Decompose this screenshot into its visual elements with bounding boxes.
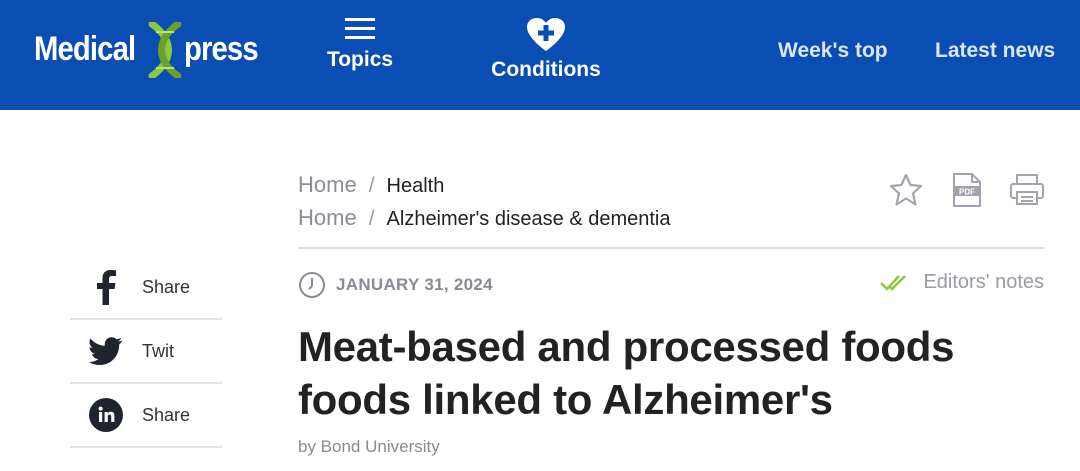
site-header: Medical press Topics Conditions Week's t…: [0, 0, 1080, 110]
pdf-icon[interactable]: PDF: [950, 172, 984, 208]
share-linkedin-label: Share: [142, 404, 191, 425]
printer-icon[interactable]: [1008, 172, 1046, 208]
article-title-line2: foods linked to Alzheimer's: [298, 376, 833, 423]
nav-latest-news[interactable]: Latest news: [935, 39, 1055, 63]
linkedin-icon: [70, 398, 142, 432]
breadcrumb-row: Home / Alzheimer's disease & dementia: [298, 205, 671, 238]
share-facebook-button[interactable]: Share: [70, 256, 222, 320]
nav-conditions[interactable]: Conditions: [488, 18, 604, 82]
editors-notes-label: Editors' notes: [923, 271, 1044, 293]
breadcrumb-category-link[interactable]: Alzheimer's disease & dementia: [387, 208, 671, 231]
breadcrumb-home-link[interactable]: Home: [298, 205, 357, 231]
article-title-line1: Meat-based and processed foods: [298, 323, 955, 370]
header-divider: [298, 247, 1044, 249]
article-title: Meat-based and processed foods foods lin…: [298, 320, 1038, 426]
twitter-icon: [70, 337, 142, 365]
article-date: JANUARY 31, 2024: [298, 271, 493, 299]
double-check-icon: [880, 274, 907, 291]
share-twitter-label: Twit: [142, 340, 175, 361]
nav-topics-label: Topics: [326, 48, 394, 71]
nav-topics[interactable]: Topics: [320, 18, 400, 72]
logo-text-right: press: [184, 30, 259, 68]
nav-weeks-top[interactable]: Week's top: [778, 39, 888, 63]
logo-text-left: Medical: [34, 30, 136, 68]
share-linkedin-button[interactable]: Share: [70, 384, 222, 448]
pdf-icon-label: PDF: [959, 188, 975, 197]
article-tools: PDF: [886, 172, 1046, 208]
facebook-icon: [70, 269, 142, 305]
dna-logo-icon: [148, 22, 182, 78]
star-icon[interactable]: [888, 172, 924, 208]
editors-notes-link[interactable]: Editors' notes: [879, 271, 1044, 294]
breadcrumb-separator: /: [368, 174, 375, 197]
article-date-text: JANUARY 31, 2024: [336, 275, 493, 294]
share-facebook-label: Share: [142, 276, 191, 297]
breadcrumb-home-link[interactable]: Home: [298, 172, 357, 198]
breadcrumb-category-link[interactable]: Health: [387, 175, 445, 198]
clock-icon: [299, 272, 325, 298]
article-byline[interactable]: by Bond University: [298, 437, 440, 457]
hamburger-menu-icon: [345, 18, 375, 39]
breadcrumb-separator: /: [368, 207, 375, 230]
breadcrumb-row: Home / Health: [298, 172, 671, 205]
heart-plus-icon: [527, 18, 565, 51]
share-twitter-button[interactable]: Twit: [70, 320, 222, 384]
nav-conditions-label: Conditions: [491, 58, 601, 81]
breadcrumb: Home / Health Home / Alzheimer's disease…: [298, 172, 671, 238]
